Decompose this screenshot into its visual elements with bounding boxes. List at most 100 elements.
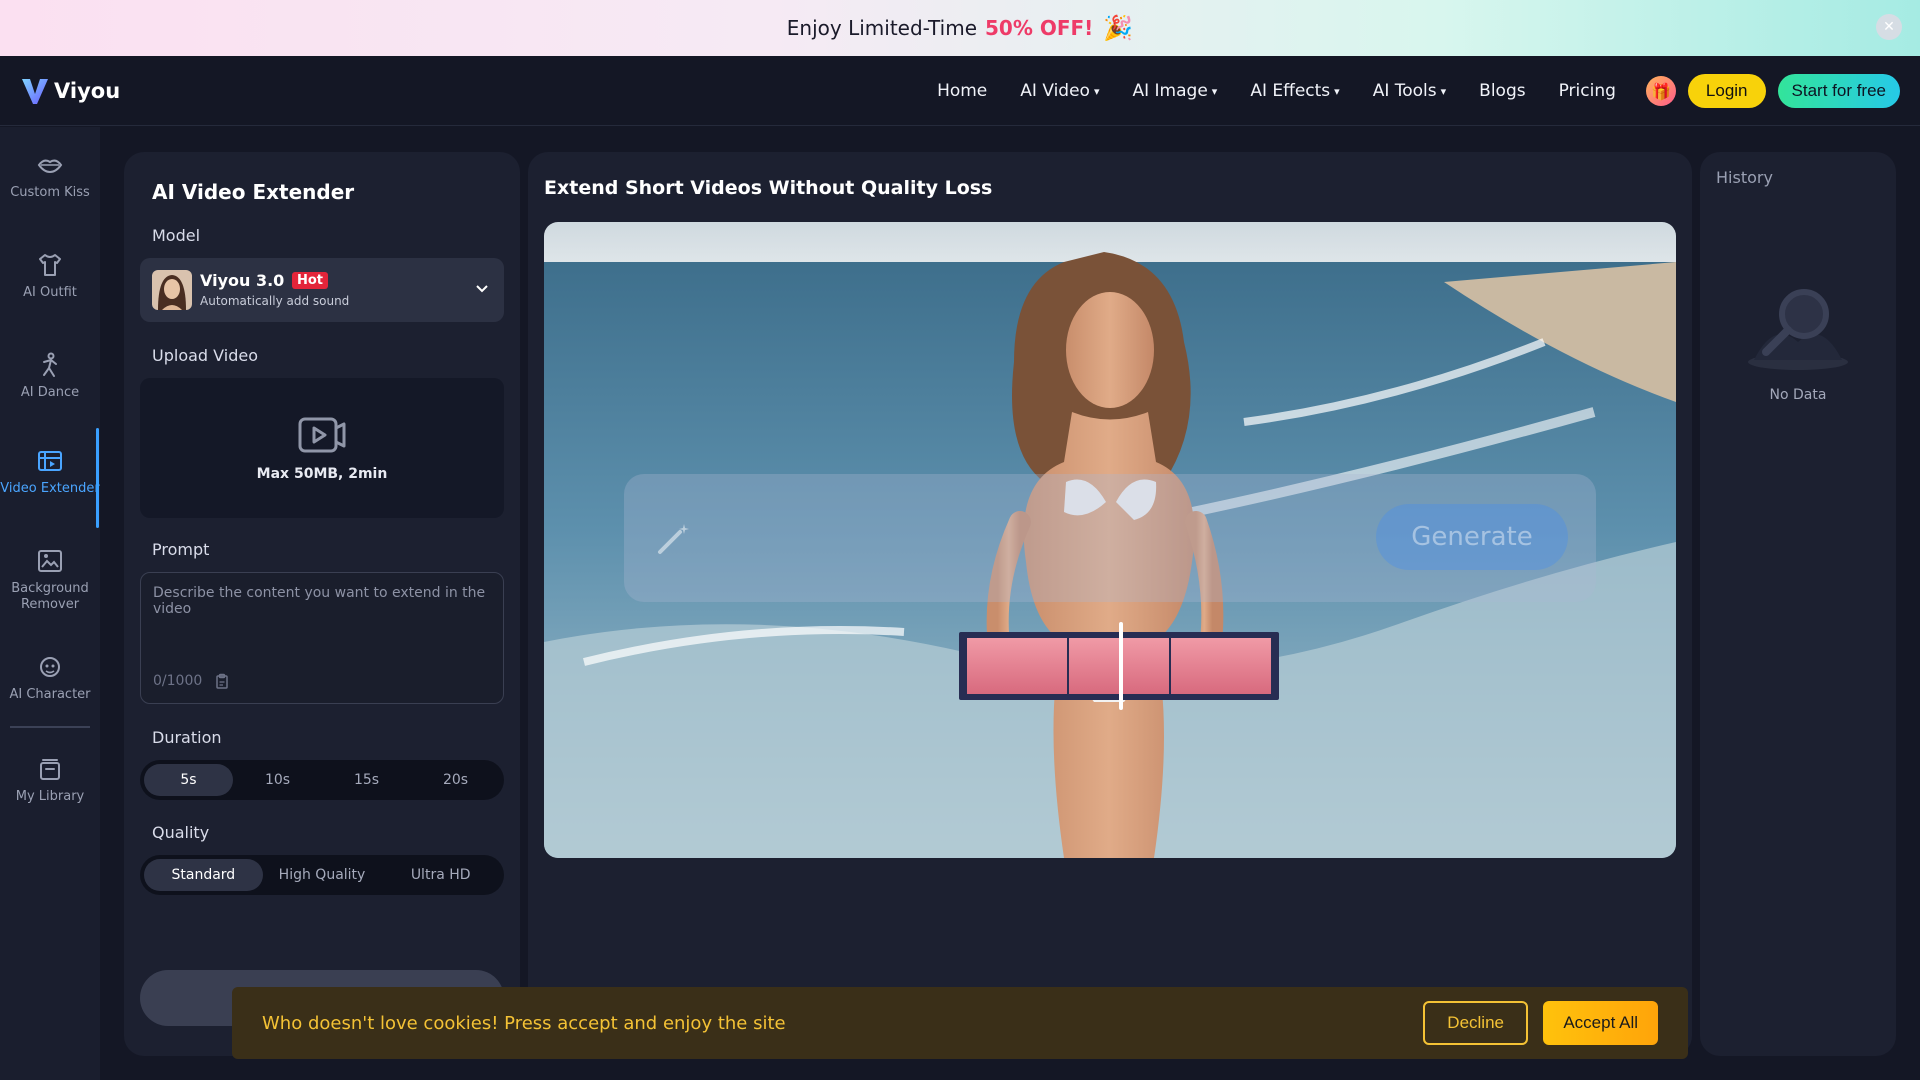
nav-label: Blogs — [1479, 81, 1526, 101]
nav-ai-video[interactable]: AI Video ▾ — [1020, 81, 1099, 101]
nav-home[interactable]: Home — [937, 81, 987, 101]
nav-label: AI Tools — [1372, 81, 1437, 101]
prompt-counter: 0/1000 — [153, 673, 230, 689]
nav-ai-effects[interactable]: AI Effects ▾ — [1250, 81, 1339, 101]
decline-button[interactable]: Decline — [1423, 1001, 1528, 1045]
quality-label: Quality — [152, 823, 210, 842]
history-empty-text: No Data — [1769, 387, 1827, 403]
empty-search-icon — [1748, 289, 1848, 370]
model-label: Model — [152, 226, 201, 245]
duration-label: Duration — [152, 728, 222, 747]
quality-option-ultra-hd[interactable]: Ultra HD — [381, 859, 500, 891]
preview-panel: Extend Short Videos Without Quality Loss — [528, 152, 1692, 1056]
nav-label: Home — [937, 81, 988, 101]
logo-icon — [22, 78, 48, 104]
upload-video-dropzone[interactable]: Max 50MB, 2min — [140, 378, 504, 518]
upload-hint: Max 50MB, 2min — [256, 466, 388, 482]
chevron-down-icon: ▾ — [1334, 84, 1340, 98]
sidebar-item-label: Background Remover — [11, 581, 89, 612]
prompt-textarea[interactable]: Describe the content you want to extend … — [140, 572, 504, 704]
nav-label: AI Image — [1132, 81, 1208, 101]
logo[interactable]: Viyou — [20, 76, 120, 106]
dance-icon — [43, 352, 57, 377]
quality-option-standard[interactable]: Standard — [144, 859, 263, 891]
start-for-free-button[interactable]: Start for free — [1777, 74, 1900, 108]
nav-label: AI Video — [1020, 81, 1090, 101]
hot-badge: Hot — [292, 272, 329, 289]
model-subtitle: Automatically add sound — [200, 294, 350, 308]
sidebar-item-label: AI Outfit — [23, 285, 77, 300]
nav-ai-tools[interactable]: AI Tools ▾ — [1373, 81, 1446, 101]
sidebar-item-label: Video Extender — [0, 481, 100, 496]
history-panel: History No Data — [1700, 152, 1896, 1056]
shirt-icon — [39, 254, 61, 276]
overlay-generate-button: Generate — [1376, 504, 1568, 570]
logo-text: Viyou — [54, 78, 121, 103]
lips-icon — [37, 159, 63, 174]
chevron-down-icon: ▾ — [1440, 84, 1447, 98]
prompt-label: Prompt — [152, 540, 210, 559]
clipboard-icon[interactable] — [214, 673, 230, 689]
chevron-down-icon: ▾ — [1093, 84, 1100, 98]
duration-selector: 5s 10s 15s 20s — [140, 760, 504, 800]
prompt-placeholder: Describe the content you want to extend … — [153, 585, 486, 617]
quality-option-high[interactable]: High Quality — [263, 859, 382, 891]
model-name: Viyou 3.0 — [200, 271, 285, 290]
video-extender-icon — [38, 451, 62, 471]
magic-wand-icon — [658, 524, 689, 554]
nav-ai-image[interactable]: AI Image ▾ — [1132, 81, 1217, 101]
nav-pricing[interactable]: Pricing — [1559, 81, 1616, 101]
character-icon — [40, 657, 60, 677]
cookie-text: Who doesn't love cookies! Press accept a… — [262, 1012, 786, 1034]
party-popper-icon: 🎉 — [1103, 14, 1134, 42]
sidebar-item-label: AI Character — [9, 687, 91, 702]
promo-banner: Enjoy Limited-Time 50% OFF! 🎉 ✕ — [0, 0, 1920, 56]
sidebar-item-label: My Library — [15, 789, 85, 804]
duration-option-15s[interactable]: 15s — [322, 764, 411, 796]
sidebar-item-label: Custom Kiss — [10, 185, 90, 200]
nav-blogs[interactable]: Blogs — [1479, 81, 1525, 101]
sidebar-item-label: AI Dance — [20, 385, 80, 400]
tool-sidebar: Custom Kiss AI Outfit AI Dance Video Ext… — [0, 127, 100, 1080]
sidebar-divider — [10, 726, 90, 728]
sidebar-item-ai-character[interactable]: AI Character — [0, 653, 100, 703]
chevron-down-icon: ▾ — [1211, 84, 1218, 98]
film-frame — [967, 638, 1067, 694]
film-frame — [1171, 638, 1271, 694]
example-video[interactable]: Generate — [544, 222, 1676, 858]
history-title: History — [1716, 168, 1773, 187]
nav-label: AI Effects — [1250, 81, 1331, 101]
sidebar-item-custom-kiss[interactable]: Custom Kiss — [0, 151, 100, 201]
gift-icon[interactable]: 🎁 — [1645, 76, 1676, 106]
panel-title: AI Video Extender — [152, 180, 355, 204]
main-nav: Home AI Video ▾ AI Image ▾ AI Effects ▾ AI … — [904, 56, 1900, 126]
login-button[interactable]: Login — [1687, 74, 1766, 108]
top-header: Viyou Home AI Video ▾ AI Image ▾ AI Effect… — [0, 56, 1920, 126]
cookie-banner: Who doesn't love cookies! Press accept a… — [232, 987, 1688, 1059]
model-select[interactable]: Viyou 3.0 Hot Automatically add sound — [140, 258, 504, 322]
settings-panel: AI Video Extender Model Viyou 3.0 Hot Au… — [124, 152, 520, 1056]
video-upload-icon — [298, 417, 346, 453]
quality-selector: Standard High Quality Ultra HD — [140, 855, 504, 895]
duration-option-5s[interactable]: 5s — [144, 764, 233, 796]
sidebar-item-background-remover[interactable]: Background Remover — [0, 547, 100, 613]
duration-option-10s[interactable]: 10s — [233, 764, 322, 796]
duration-option-20s[interactable]: 20s — [411, 764, 500, 796]
filmstrip-playhead — [1119, 622, 1123, 710]
sidebar-item-ai-dance[interactable]: AI Dance — [0, 351, 100, 401]
prompt-count-text: 0/1000 — [153, 673, 203, 689]
nav-label: Pricing — [1558, 81, 1616, 101]
library-icon — [40, 759, 60, 780]
accept-all-button[interactable]: Accept All — [1543, 1001, 1658, 1045]
upload-label: Upload Video — [152, 346, 258, 365]
sidebar-item-my-library[interactable]: My Library — [0, 755, 100, 805]
sidebar-item-video-extender[interactable]: Video Extender — [0, 447, 100, 497]
image-remove-icon — [38, 550, 62, 572]
promo-highlight: 50% OFF! — [985, 16, 1094, 40]
model-avatar — [152, 270, 192, 310]
preview-title: Extend Short Videos Without Quality Loss — [544, 177, 993, 199]
chevron-down-icon — [476, 285, 488, 293]
sidebar-item-ai-outfit[interactable]: AI Outfit — [0, 251, 100, 301]
video-overlay-bar: Generate — [624, 474, 1596, 602]
close-icon[interactable]: ✕ — [1876, 14, 1902, 40]
